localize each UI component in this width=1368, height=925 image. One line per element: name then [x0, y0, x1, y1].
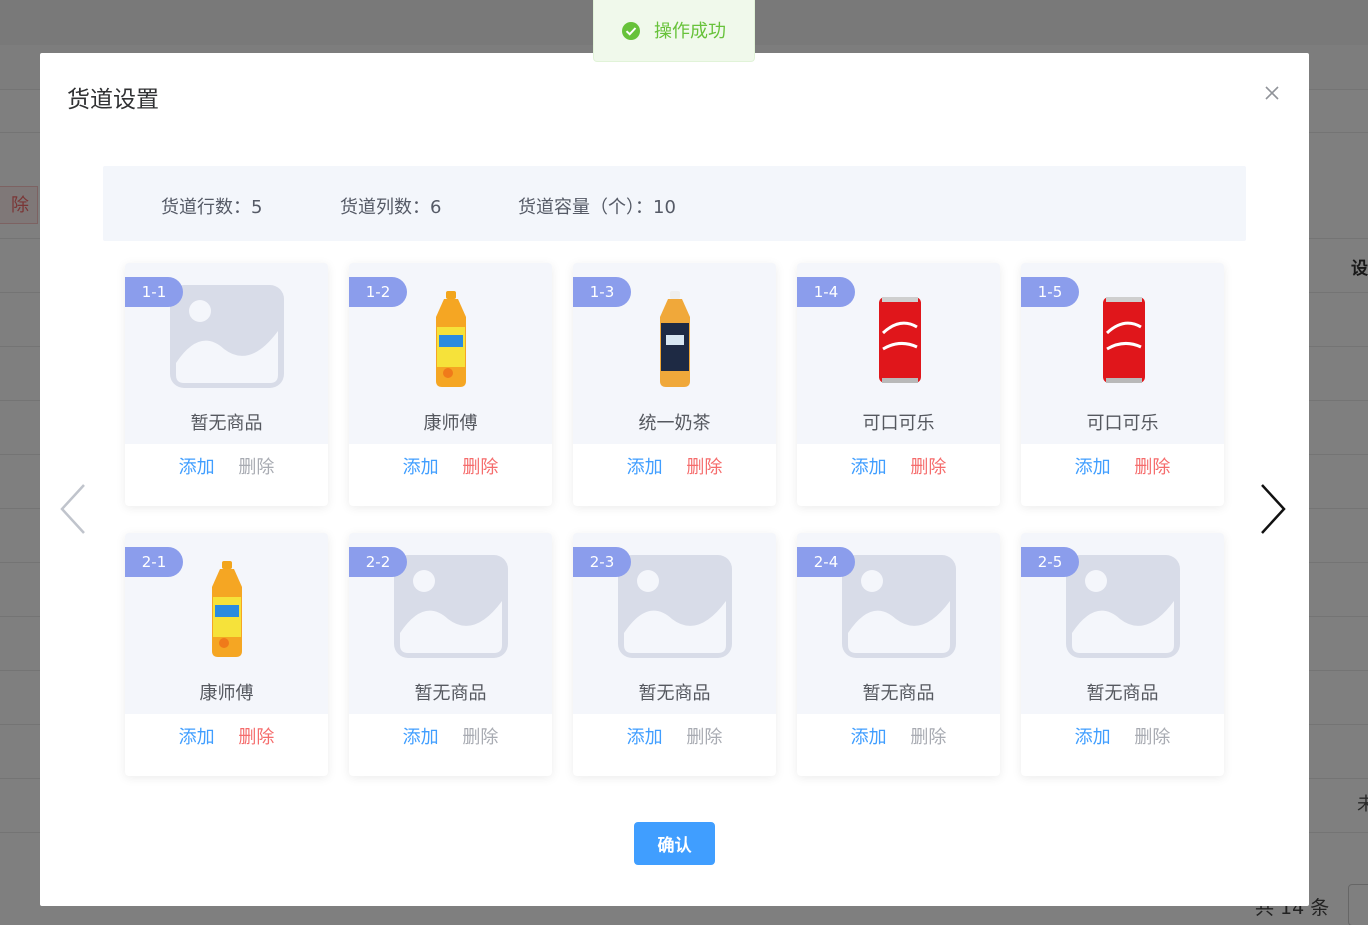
dialog-title: 货道设置 — [67, 87, 159, 113]
add-product-button[interactable]: 添加 — [179, 723, 215, 749]
slot-card-body: 1-5 可口可乐 — [1021, 263, 1224, 444]
slot-code-badge: 2-2 — [349, 547, 407, 577]
delete-product-button[interactable]: 删除 — [686, 453, 722, 479]
chevron-right-icon[interactable] — [1258, 481, 1288, 537]
milk-tea-bottle-image — [660, 291, 690, 387]
confirm-button[interactable]: 确认 — [634, 822, 715, 865]
product-name: 可口可乐 — [862, 413, 935, 434]
product-name: 可口可乐 — [1086, 413, 1159, 434]
rows-info: 货道行数：5 — [161, 197, 263, 218]
product-name: 统一奶茶 — [638, 413, 711, 434]
image-placeholder-icon — [1066, 555, 1180, 658]
slot-card-body: 1-4 可口可乐 — [797, 263, 1000, 444]
slot-card: 2-4 暂无商品 添加 删除 — [797, 533, 1000, 776]
slot-code-badge: 1-4 — [797, 277, 855, 307]
cola-can-image — [1103, 297, 1145, 383]
delete-product-button[interactable]: 删除 — [910, 453, 946, 479]
slot-code-badge: 2-1 — [125, 547, 183, 577]
slot-code-badge: 1-5 — [1021, 277, 1079, 307]
slot-card-body: 2-5 暂无商品 — [1021, 533, 1224, 714]
slot-info-bar: 货道行数：5 货道列数：6 货道容量（个）：10 — [103, 166, 1246, 241]
product-name: 暂无商品 — [862, 683, 935, 704]
slot-card-body: 2-3 暂无商品 — [573, 533, 776, 714]
slot-code-badge: 1-2 — [349, 277, 407, 307]
toast-message: 操作成功 — [654, 21, 726, 42]
slot-card-body: 1-3 统一奶茶 — [573, 263, 776, 444]
add-product-button[interactable]: 添加 — [179, 453, 215, 479]
close-icon[interactable] — [1262, 83, 1282, 103]
ice-tea-bottle-image — [212, 561, 242, 657]
product-name: 暂无商品 — [1086, 683, 1159, 704]
slot-card: 2-2 暂无商品 添加 删除 — [349, 533, 552, 776]
image-placeholder-icon — [618, 555, 732, 658]
add-product-button[interactable]: 添加 — [403, 453, 439, 479]
delete-product-button[interactable]: 删除 — [1134, 453, 1170, 479]
delete-product-button[interactable]: 删除 — [686, 723, 722, 749]
delete-product-button[interactable]: 删除 — [910, 723, 946, 749]
capacity-info: 货道容量（个）：10 — [518, 197, 676, 218]
chevron-left-icon[interactable] — [58, 481, 88, 537]
product-name: 暂无商品 — [190, 413, 263, 434]
product-name: 康师傅 — [199, 683, 254, 704]
slot-card-body: 1-1 暂无商品 — [125, 263, 328, 444]
delete-product-button[interactable]: 删除 — [462, 723, 498, 749]
slot-card: 1-2 康师傅 添加 删除 — [349, 263, 552, 506]
add-product-button[interactable]: 添加 — [1075, 453, 1111, 479]
ice-tea-bottle-image — [436, 291, 466, 387]
product-name: 暂无商品 — [414, 683, 487, 704]
image-placeholder-icon — [170, 285, 284, 388]
slot-card-body: 1-2 康师傅 — [349, 263, 552, 444]
cola-can-image — [879, 297, 921, 383]
slot-code-badge: 1-3 — [573, 277, 631, 307]
slot-code-badge: 2-4 — [797, 547, 855, 577]
add-product-button[interactable]: 添加 — [627, 453, 663, 479]
add-product-button[interactable]: 添加 — [627, 723, 663, 749]
image-placeholder-icon — [394, 555, 508, 658]
add-product-button[interactable]: 添加 — [851, 453, 887, 479]
slot-card: 1-4 可口可乐 添加 删除 — [797, 263, 1000, 506]
cols-info: 货道列数：6 — [340, 197, 442, 218]
product-name: 暂无商品 — [638, 683, 711, 704]
slot-code-badge: 1-1 — [125, 277, 183, 307]
slot-code-badge: 2-5 — [1021, 547, 1079, 577]
slot-settings-dialog: 货道设置 货道行数：5 货道列数：6 货道容量（个）：10 1-1 暂无商品 添… — [40, 53, 1309, 906]
success-toast: 操作成功 — [593, 0, 755, 62]
slot-code-badge: 2-3 — [573, 547, 631, 577]
slot-card: 2-1 康师傅 添加 删除 — [125, 533, 328, 776]
slot-card-body: 2-4 暂无商品 — [797, 533, 1000, 714]
add-product-button[interactable]: 添加 — [403, 723, 439, 749]
slot-card: 2-5 暂无商品 添加 删除 — [1021, 533, 1224, 776]
delete-product-button[interactable]: 删除 — [238, 453, 274, 479]
slot-card: 1-3 统一奶茶 添加 删除 — [573, 263, 776, 506]
slot-card: 2-3 暂无商品 添加 删除 — [573, 533, 776, 776]
delete-product-button[interactable]: 删除 — [462, 453, 498, 479]
check-circle-icon — [622, 22, 640, 40]
slot-card-body: 2-2 暂无商品 — [349, 533, 552, 714]
delete-product-button[interactable]: 删除 — [238, 723, 274, 749]
image-placeholder-icon — [842, 555, 956, 658]
delete-product-button[interactable]: 删除 — [1134, 723, 1170, 749]
add-product-button[interactable]: 添加 — [1075, 723, 1111, 749]
slot-card: 1-1 暂无商品 添加 删除 — [125, 263, 328, 506]
add-product-button[interactable]: 添加 — [851, 723, 887, 749]
product-name: 康师傅 — [423, 413, 478, 434]
slot-card: 1-5 可口可乐 添加 删除 — [1021, 263, 1224, 506]
slot-card-body: 2-1 康师傅 — [125, 533, 328, 714]
